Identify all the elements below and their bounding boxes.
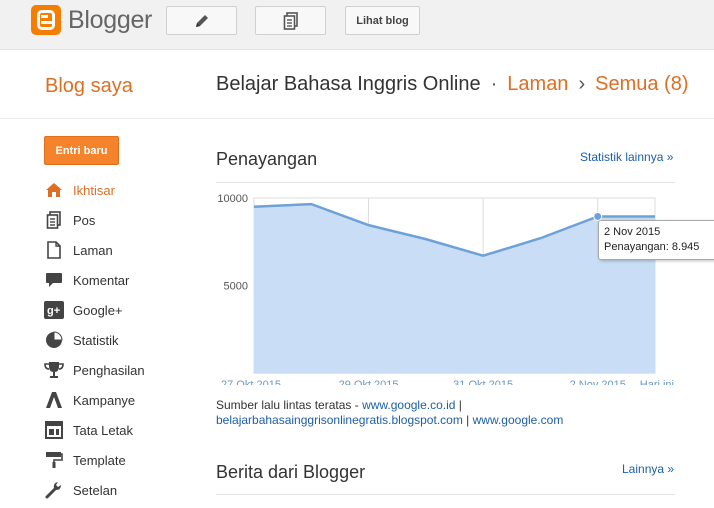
sidebar-item-layout[interactable]: Tata Letak (44, 417, 133, 443)
sidebar-item-posts[interactable]: Pos (44, 207, 95, 233)
chart-y-tick-label: 10000 (217, 193, 248, 205)
sidebar-item-label: Ikhtisar (73, 182, 115, 198)
chart-x-tick-label: 27 Okt 2015 (221, 379, 281, 385)
more-news-link[interactable]: Lainnya » (622, 462, 674, 476)
sidebar-item-campaigns[interactable]: Kampanye (44, 387, 135, 413)
sidebar-item-overview[interactable]: Ikhtisar (44, 177, 115, 203)
top-bar: Blogger Lihat blog (0, 0, 714, 50)
pageviews-divider (216, 182, 675, 183)
source-separator: | (455, 398, 462, 412)
sidebar-item-label: Kampanye (73, 392, 136, 408)
page-icon (44, 240, 64, 260)
pencil-icon (195, 14, 208, 27)
breadcrumb-chevron: › (578, 73, 586, 95)
sidebar-item-label: Penghasilan (73, 362, 145, 378)
sidebar-item-stats[interactable]: Statistik (44, 327, 119, 353)
layout-icon (44, 420, 64, 440)
posts-list-button[interactable] (255, 6, 326, 35)
traffic-sources: Sumber lalu lintas teratas - www.google.… (216, 398, 686, 428)
blogger-logo-icon (31, 5, 61, 35)
blogger-logo[interactable]: Blogger (31, 5, 152, 35)
sidebar-item-pages[interactable]: Laman (44, 237, 113, 263)
source-separator: | (462, 413, 473, 427)
chart-x-tick-label: 31 Okt 2015 (453, 379, 513, 385)
posts-icon (283, 11, 298, 30)
svg-text:g+: g+ (47, 305, 60, 317)
new-post-button[interactable]: Entri baru (44, 136, 119, 165)
sidebar-item-label: Setelan (73, 482, 118, 498)
chart-tooltip: 2 Nov 2015 Penayangan: 8.945 (598, 220, 714, 260)
posts-icon (44, 210, 64, 230)
new-post-pencil-button[interactable] (166, 6, 237, 35)
trophy-icon (44, 360, 64, 380)
sources-prefix: Sumber lalu lintas teratas - (216, 398, 363, 412)
home-icon (44, 180, 64, 200)
wrench-icon (44, 480, 64, 500)
source-link[interactable]: belajarbahasainggrisonlinegratis.blogspo… (216, 413, 463, 427)
sidebar-item-comments[interactable]: Komentar (44, 267, 129, 293)
sidebar-item-label: Template (73, 452, 126, 468)
view-blog-button[interactable]: Lihat blog (345, 6, 420, 35)
source-link[interactable]: www.google.com (473, 413, 564, 427)
sidebar-item-google-plus[interactable]: g+ Google+ (44, 297, 123, 323)
news-divider (216, 494, 675, 495)
sidebar-item-settings[interactable]: Setelan (44, 477, 117, 503)
my-blogs-link[interactable]: Blog saya (45, 75, 133, 98)
sidebar-item-label: Laman (73, 242, 113, 258)
more-stats-link[interactable]: Statistik lainnya » (580, 150, 673, 164)
sidebar-item-template[interactable]: Template (44, 447, 126, 473)
blog-name[interactable]: Belajar Bahasa Inggris Online (216, 73, 481, 95)
breadcrumb-section[interactable]: Laman (507, 73, 568, 95)
paint-roller-icon (44, 450, 64, 470)
comment-icon (44, 270, 64, 290)
title-bar: Blog saya Belajar Bahasa Inggris Online ·… (0, 51, 714, 119)
sidebar-item-label: Komentar (73, 272, 130, 288)
campaign-icon (44, 390, 64, 410)
tooltip-value: Penayangan: 8.945 (604, 241, 700, 253)
breadcrumb: Belajar Bahasa Inggris Online · Laman › Semu… (216, 73, 688, 96)
pageviews-title: Penayangan (216, 149, 318, 169)
news-title: Berita dari Blogger (216, 462, 366, 482)
sidebar-item-label: Statistik (73, 332, 119, 348)
breadcrumb-filter[interactable]: Semua (8) (595, 73, 688, 95)
pie-chart-icon (44, 330, 64, 350)
sidebar-item-label: Tata Letak (73, 422, 133, 438)
breadcrumb-separator: · (490, 73, 498, 95)
sidebar-item-earnings[interactable]: Penghasilan (44, 357, 145, 383)
tooltip-date: 2 Nov 2015 (604, 226, 661, 238)
chart-x-tick-label: 2 Nov 2015 (570, 379, 626, 385)
source-link[interactable]: www.google.co.id (362, 398, 455, 412)
google-plus-icon: g+ (44, 300, 64, 320)
sidebar-item-label: Pos (73, 212, 96, 228)
chart-x-tick-label: Hari ini (640, 379, 674, 385)
logo-text: Blogger (68, 5, 153, 34)
chart-x-tick-label: 29 Okt 2015 (339, 379, 399, 385)
sidebar-item-label: Google+ (73, 302, 123, 318)
chart-y-tick-label: 5000 (224, 281, 248, 293)
